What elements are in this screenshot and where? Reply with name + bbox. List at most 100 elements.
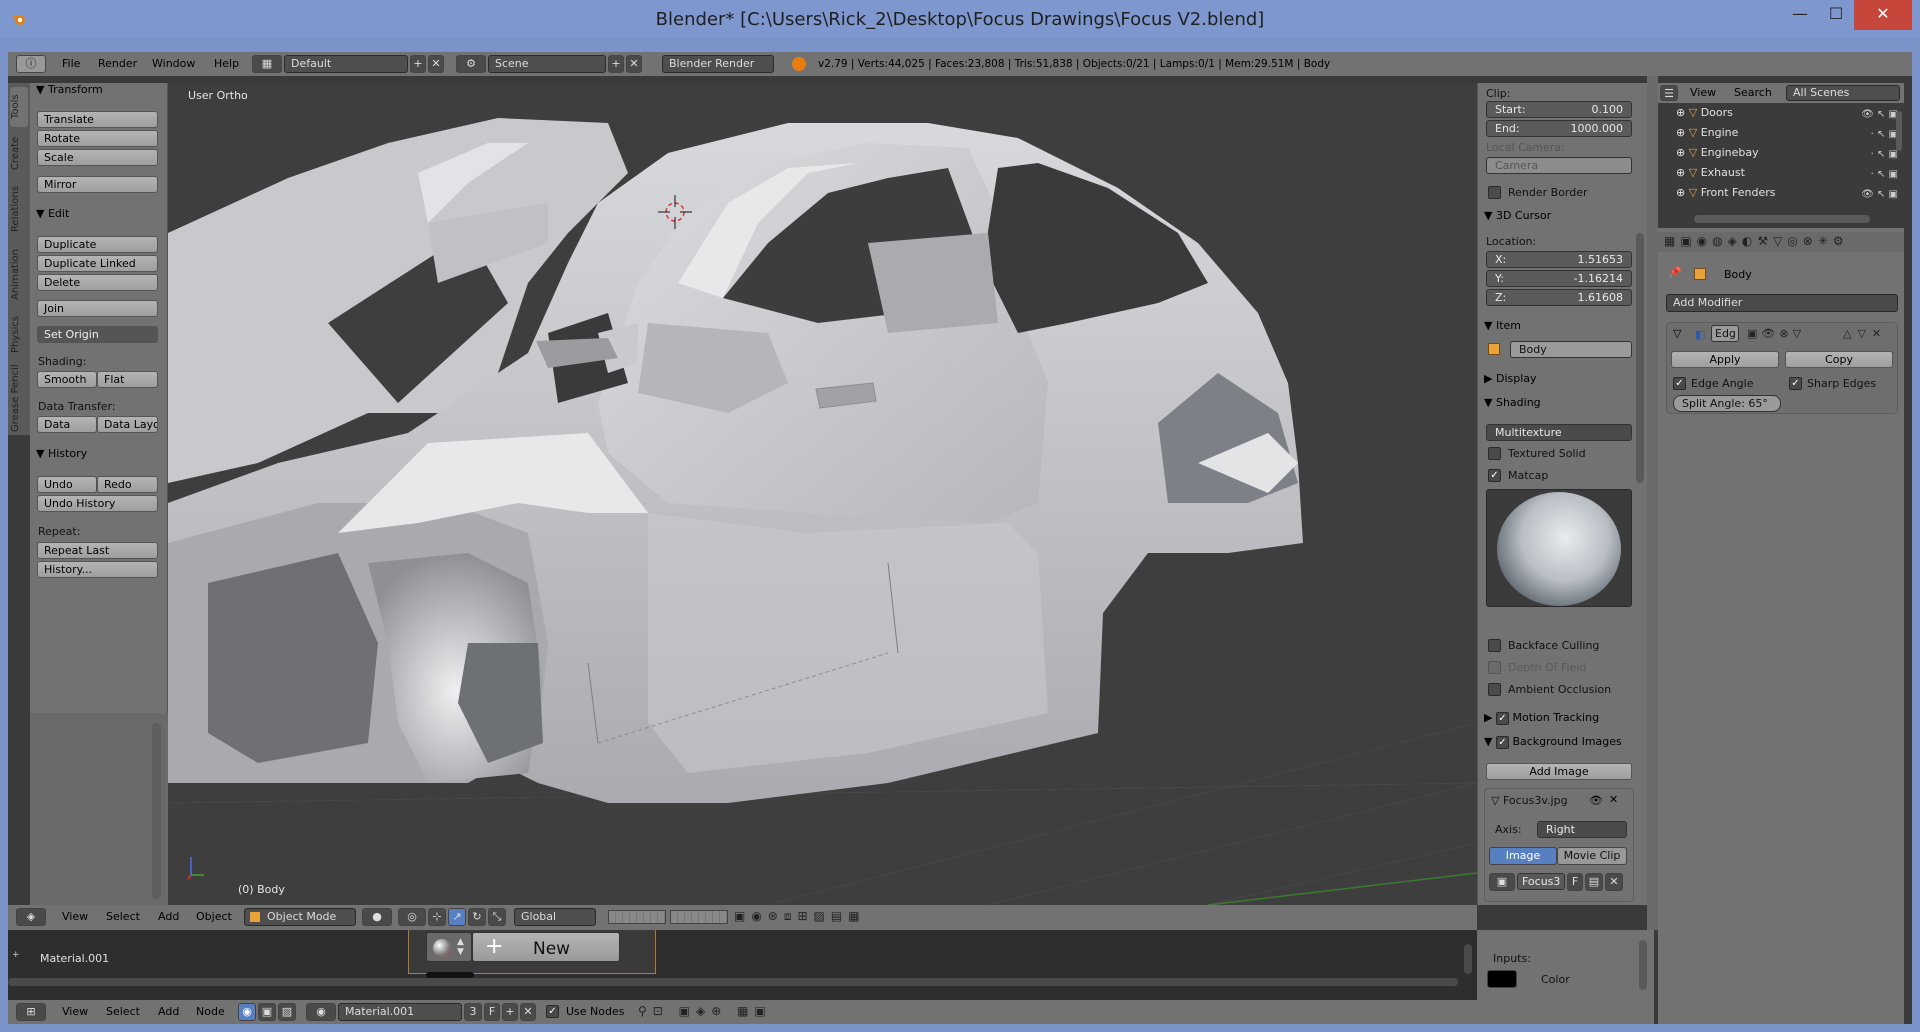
delete-button[interactable]: Delete [37, 274, 158, 291]
node-add-menu[interactable]: Add [158, 1002, 179, 1022]
node-toolbar-toggle-icon[interactable]: + [12, 950, 20, 960]
bg-image-header[interactable]: ▽ Focus3v.jpg [1491, 794, 1568, 807]
modifier-order-and-remove[interactable]: △▽✕ [1843, 327, 1887, 340]
modifier-name-field[interactable]: Edg [1711, 325, 1739, 342]
modifier-collapse-icon[interactable]: ▽ [1673, 327, 1681, 340]
add-scene-icon[interactable]: + [608, 55, 624, 73]
scale-manipulator-icon[interactable]: ⤡ [488, 908, 506, 926]
3d-viewport[interactable]: User Ortho (0) Body [168, 83, 1477, 905]
pivot-point-icon[interactable]: ◎ [398, 908, 426, 926]
menu-help[interactable]: Help [214, 54, 239, 74]
data-transfer-button[interactable]: Data [37, 416, 97, 433]
3d-cursor-panel-header[interactable]: ▼ 3D Cursor [1484, 209, 1551, 222]
redo-button[interactable]: Redo [97, 476, 158, 493]
undo-history-button[interactable]: Undo History [37, 495, 158, 512]
item-panel-header[interactable]: ▼ Item [1484, 319, 1521, 332]
display-panel-header[interactable]: ▶ Display [1484, 372, 1537, 385]
remove-screen-icon[interactable]: ✕ [428, 55, 444, 73]
translate-button[interactable]: Translate [37, 111, 158, 128]
flat-button[interactable]: Flat [97, 371, 158, 388]
rotate-button[interactable]: Rotate [37, 130, 158, 147]
edit-panel-header[interactable]: ▼ Edit [36, 207, 69, 220]
open-image-icon[interactable]: ▤ [1585, 873, 1603, 891]
image-tab[interactable]: Image [1489, 847, 1557, 865]
smooth-button[interactable]: Smooth [37, 371, 97, 388]
minimize-button[interactable]: — [1782, 0, 1818, 30]
cursor-y-field[interactable]: Y: -1.16214 [1486, 270, 1632, 287]
render-border-checkbox[interactable] [1488, 186, 1501, 199]
unlink-image-icon[interactable]: ✕ [1605, 873, 1623, 891]
transform-orientation-select[interactable]: Global [514, 908, 596, 926]
select-menu[interactable]: Select [106, 907, 140, 927]
visibility-icons[interactable]: 👁 ↖ ▣ · ↖ ▣ · ↖ ▣ · ↖ ▣ 👁 ↖ ▣ [1838, 105, 1898, 201]
eye-icon[interactable]: 👁 [1589, 794, 1603, 807]
apply-button[interactable]: Apply [1671, 351, 1779, 368]
axis-select[interactable]: Right [1537, 821, 1627, 838]
outliner-hscrollbar[interactable] [1694, 215, 1870, 223]
menu-file[interactable]: File [62, 54, 80, 74]
undo-button[interactable]: Undo [37, 476, 97, 493]
screen-layout-field[interactable]: Default [284, 55, 408, 73]
repeat-last-button[interactable]: Repeat Last [37, 542, 158, 559]
pin-icon[interactable]: 📌 [1668, 266, 1682, 279]
matcap-preview[interactable] [1486, 489, 1632, 607]
image-name-field[interactable]: Focus3 [1517, 873, 1565, 890]
render-engine-select[interactable]: Blender Render [662, 55, 774, 73]
area-divider[interactable] [1647, 76, 1658, 930]
scene-field[interactable]: Scene [488, 55, 606, 73]
outliner-item[interactable]: ⊕ ▽ Front Fenders [1676, 185, 1775, 201]
color-swatch[interactable] [1487, 970, 1517, 988]
edge-angle-checkbox[interactable]: ✓ [1673, 377, 1686, 390]
material-fake-user-button[interactable]: F [484, 1003, 500, 1021]
copy-button[interactable]: Copy [1785, 351, 1893, 368]
movie-clip-tab[interactable]: Movie Clip [1557, 847, 1627, 865]
outliner-item[interactable]: ⊕ ▽ Doors [1676, 105, 1733, 121]
use-nodes-checkbox[interactable]: ✓ [546, 1005, 559, 1018]
outliner-item[interactable]: ⊕ ▽ Exhaust [1676, 165, 1745, 181]
clip-end-field[interactable]: End: 1000.000 [1486, 120, 1632, 137]
depth-of-field-checkbox[interactable] [1488, 661, 1501, 674]
tool-shelf-scrollbar[interactable] [152, 723, 161, 899]
set-origin-menu[interactable]: Set Origin [37, 326, 158, 343]
node-menu[interactable]: Node [196, 1002, 225, 1022]
outliner-item[interactable]: ⊕ ▽ Enginebay [1676, 145, 1759, 161]
object-menu[interactable]: Object [196, 907, 232, 927]
context-tab-icons[interactable]: ▦▣◉◍◈◐⚒▽◎⊗✳⚙ [1664, 234, 1849, 248]
scale-button[interactable]: Scale [37, 149, 158, 166]
outliner-vscrollbar[interactable] [1896, 111, 1902, 151]
view-menu[interactable]: View [62, 907, 88, 927]
cursor-x-field[interactable]: X: 1.51653 [1486, 251, 1632, 268]
viewport-shading-icon[interactable]: ● [362, 908, 392, 926]
mirror-button[interactable]: Mirror [37, 176, 158, 193]
editor-type-3d-icon[interactable]: ◈ [16, 908, 46, 926]
background-images-checkbox[interactable]: ✓ [1495, 735, 1509, 749]
rotate-manipulator-icon[interactable]: ↻ [468, 908, 486, 926]
outliner-menu-search[interactable]: Search [1734, 83, 1772, 103]
maximize-button[interactable]: ☐ [1818, 0, 1854, 30]
fake-user-button[interactable]: F [1567, 873, 1583, 891]
outliner-filter-select[interactable]: All Scenes [1786, 85, 1900, 101]
mode-select[interactable]: Object Mode [244, 908, 356, 926]
add-screen-icon[interactable]: + [410, 55, 426, 73]
modifier-display-toggles[interactable]: ▣👁⊗▽ [1747, 327, 1805, 340]
node-vscrollbar[interactable] [1464, 944, 1472, 974]
tab-grease-pencil[interactable]: Grease Pencil [10, 363, 28, 433]
material-users-count[interactable]: 3 [464, 1003, 482, 1021]
node-header-tools[interactable]: ⚲⊡ ▣◈⊕ ▦▣ [638, 1004, 772, 1018]
3d-cursor-icon[interactable] [658, 195, 692, 229]
split-angle-field[interactable]: Split Angle: 65° [1673, 395, 1781, 412]
add-modifier-menu[interactable]: Add Modifier [1666, 294, 1898, 312]
tab-physics[interactable]: Physics [10, 311, 28, 359]
manipulator-toggle-icon[interactable]: ⊹ [428, 908, 446, 926]
editor-type-node-icon[interactable]: ⊞ [16, 1003, 46, 1021]
shader-nodes-icon[interactable]: ◉ [238, 1003, 256, 1021]
material-browse-icon[interactable]: ◉ [306, 1003, 336, 1021]
tab-create[interactable]: Create [10, 131, 28, 175]
new-material-icon[interactable]: + [502, 1003, 518, 1021]
tab-relations[interactable]: Relations [10, 179, 28, 239]
shading-panel-header[interactable]: ▼ Shading [1484, 396, 1541, 409]
add-menu[interactable]: Add [158, 907, 179, 927]
node-select-menu[interactable]: Select [106, 1002, 140, 1022]
outliner-menu-view[interactable]: View [1690, 83, 1716, 103]
join-button[interactable]: Join [37, 300, 158, 317]
